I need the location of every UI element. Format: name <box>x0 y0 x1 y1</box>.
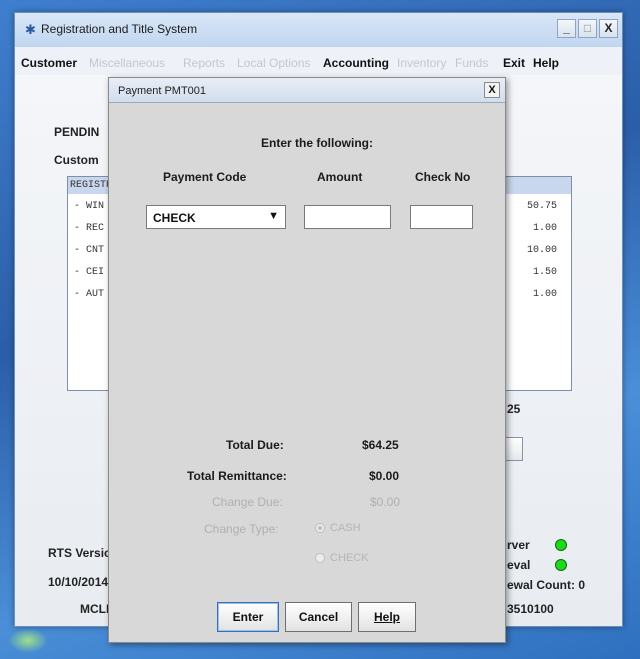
menu-bar: Customer Miscellaneous Reports Local Opt… <box>15 47 622 75</box>
change-type-label: Change Type: <box>204 522 279 536</box>
cancel-button[interactable]: Cancel <box>285 602 352 632</box>
total-remittance-label: Total Remittance: <box>187 469 287 483</box>
change-due-label: Change Due: <box>212 495 283 509</box>
renewal-status-icon <box>555 559 567 571</box>
instruction-label: Enter the following: <box>261 136 373 150</box>
customer-label: Custom <box>54 153 99 167</box>
server-label: rver <box>507 538 530 552</box>
help-button[interactable]: Help <box>358 602 416 632</box>
dropdown-arrow-icon: ▼ <box>268 210 279 222</box>
window-controls: _ □ X <box>557 19 618 38</box>
total-remittance-value: $0.00 <box>369 469 400 483</box>
change-type-cash-radio[interactable]: CASH <box>315 522 361 534</box>
menu-help[interactable]: Help <box>533 56 559 70</box>
menu-funds[interactable]: Funds <box>455 56 488 70</box>
id-number-label: 3510100 <box>507 602 554 616</box>
payment-code-select[interactable]: CHECK ▼ <box>146 205 286 229</box>
check-no-header: Check No <box>415 170 471 184</box>
renewal-count-label: ewal Count: 0 <box>507 578 586 592</box>
amount-input[interactable] <box>304 205 391 229</box>
check-no-input[interactable] <box>410 205 473 229</box>
window-title: Registration and Title System <box>41 22 198 36</box>
menu-exit[interactable]: Exit <box>503 56 525 70</box>
pending-label: PENDIN <box>54 125 100 139</box>
app-star-icon: ✱ <box>25 22 36 37</box>
close-button[interactable]: X <box>599 19 618 38</box>
title-bar[interactable]: ✱ Registration and Title System _ □ X <box>15 13 622 47</box>
dialog-close-button[interactable]: X <box>484 82 500 98</box>
total-due-label: Total Due: <box>226 438 284 452</box>
menu-miscellaneous[interactable]: Miscellaneous <box>89 56 165 70</box>
total-partial: 25 <box>507 402 521 416</box>
minimize-button[interactable]: _ <box>557 19 576 38</box>
radio-selected-icon <box>315 523 325 533</box>
enter-button[interactable]: Enter <box>217 602 279 632</box>
dialog-title: Payment PMT001 <box>118 85 207 97</box>
menu-reports[interactable]: Reports <box>183 56 225 70</box>
dialog-title-bar[interactable]: Payment PMT001 X <box>109 78 505 103</box>
maximize-button[interactable]: □ <box>578 19 597 38</box>
menu-inventory[interactable]: Inventory <box>397 56 446 70</box>
change-type-check-radio[interactable]: CHECK <box>315 552 369 564</box>
change-due-value: $0.00 <box>370 495 401 509</box>
payment-dialog: Payment PMT001 X Enter the following: Pa… <box>108 77 506 643</box>
renewal-label: eval <box>507 558 531 572</box>
menu-accounting[interactable]: Accounting <box>323 56 389 70</box>
date-label: 10/10/2014 <box>48 575 109 589</box>
payment-code-header: Payment Code <box>163 170 247 184</box>
server-status-icon <box>555 539 567 551</box>
desktop-decoration <box>8 628 48 653</box>
background-button[interactable] <box>503 437 523 461</box>
menu-customer[interactable]: Customer <box>21 56 77 70</box>
total-due-value: $64.25 <box>362 438 399 452</box>
menu-local-options[interactable]: Local Options <box>237 56 310 70</box>
radio-unselected-icon <box>315 553 325 563</box>
amount-header: Amount <box>317 170 363 184</box>
